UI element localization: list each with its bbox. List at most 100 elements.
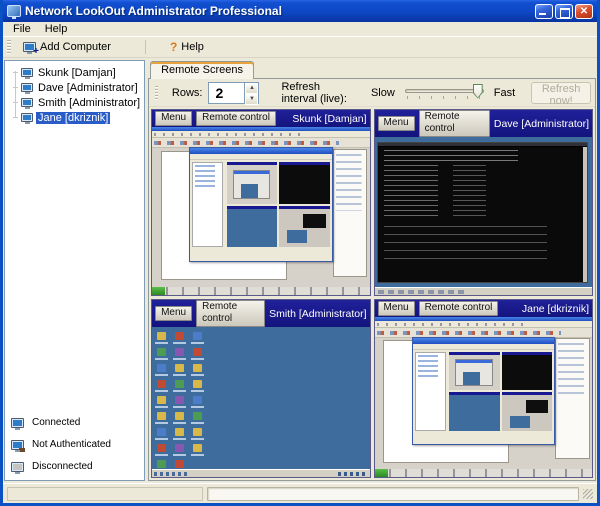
panel-computer-name: Skunk [Damjan] — [292, 113, 366, 125]
status-legend: Connected Not Authenticated Disconnected — [5, 413, 144, 480]
thumbnail-desktop — [375, 317, 592, 477]
tab-strip: Remote Screens — [148, 60, 596, 78]
panel-computer-name: Jane [dkriznik] — [522, 303, 589, 315]
app-icon — [7, 5, 21, 17]
refresh-interval-label: Refresh interval (live): — [281, 81, 356, 105]
title-bar: Network LookOut Administrator Profession… — [3, 0, 597, 22]
computer-tree: Skunk [Damjan] Dave [Administrator] Smit… — [5, 61, 144, 127]
panel-remote-control-button[interactable]: Remote control — [196, 111, 276, 126]
thumbnail-app-window — [412, 337, 556, 445]
toolbar: Add Computer ? Help — [3, 37, 597, 58]
rows-up-button[interactable]: ▲ — [245, 83, 258, 94]
remote-screen-thumbnail-skunk[interactable] — [152, 127, 369, 295]
computer-icon — [21, 113, 33, 122]
slow-label: Slow — [371, 87, 395, 99]
computer-icon — [21, 98, 33, 107]
status-bar-cell-left — [7, 487, 203, 501]
thumbnail-icon-desktop — [152, 327, 369, 477]
legend-label: Not Authenticated — [32, 439, 111, 450]
tab-remote-screens[interactable]: Remote Screens — [150, 61, 254, 79]
computer-list-panel: Skunk [Damjan] Dave [Administrator] Smit… — [4, 60, 145, 481]
slider-ticks — [407, 96, 482, 99]
remote-screen-thumbnail-smith[interactable] — [152, 327, 369, 477]
remote-panel-smith: Menu Remote control Smith [Administrator… — [151, 299, 370, 478]
thumbnail-taskbar — [152, 287, 369, 295]
desktop-icons — [157, 332, 211, 476]
tree-item-label: Jane [dkriznik] — [36, 112, 110, 124]
remote-panel-jane: Menu Remote control Jane [dkriznik] — [374, 299, 593, 478]
close-button[interactable]: ✕ — [575, 4, 593, 19]
refresh-interval-slider[interactable] — [405, 84, 484, 102]
rows-spinner[interactable]: 2 ▲ ▼ — [208, 82, 259, 104]
controls-bar: Rows: 2 ▲ ▼ Refresh interval (live): Slo… — [149, 79, 595, 107]
menu-help[interactable]: Help — [39, 23, 74, 35]
remote-screens-grid: Menu Remote control Skunk [Damjan] — [149, 107, 595, 480]
thumbnail-taskbar — [375, 469, 592, 477]
remote-screen-thumbnail-jane[interactable] — [375, 317, 592, 477]
panel-remote-control-button[interactable]: Remote control — [196, 300, 265, 327]
tree-item-smith[interactable]: Smith [Administrator] — [9, 95, 142, 110]
legend-connected: Connected — [11, 417, 140, 428]
computer-icon — [21, 68, 33, 77]
panel-header: Menu Remote control Smith [Administrator… — [152, 300, 369, 327]
legend-disconnected: Disconnected — [11, 461, 140, 472]
slider-track[interactable] — [405, 89, 484, 93]
remote-screens-page: Rows: 2 ▲ ▼ Refresh interval (live): Slo… — [148, 78, 596, 481]
add-computer-button[interactable]: Add Computer — [17, 40, 117, 54]
minimize-button[interactable] — [535, 4, 553, 19]
menu-file[interactable]: File — [7, 23, 37, 35]
connected-icon — [11, 418, 24, 428]
panel-menu-button[interactable]: Menu — [155, 111, 192, 126]
help-icon: ? — [170, 40, 177, 54]
refresh-now-button[interactable]: Refresh now! — [531, 82, 591, 104]
legend-not-authenticated: Not Authenticated — [11, 439, 140, 450]
maximize-button[interactable] — [555, 4, 573, 19]
not-authenticated-icon — [11, 440, 24, 450]
controls-grip[interactable] — [155, 86, 158, 100]
disconnected-icon — [11, 462, 24, 472]
panel-menu-button[interactable]: Menu — [155, 306, 192, 321]
thumbnail-taskbar — [375, 287, 592, 295]
menu-bar: File Help — [3, 22, 597, 37]
panel-header: Menu Remote control Skunk [Damjan] — [152, 110, 369, 127]
tree-item-label: Smith [Administrator] — [36, 97, 142, 109]
app-window: Network LookOut Administrator Profession… — [0, 0, 600, 506]
legend-label: Disconnected — [32, 461, 93, 472]
window-title: Network LookOut Administrator Profession… — [25, 4, 282, 18]
computer-icon — [21, 83, 33, 92]
thumbnail-terminal-window — [377, 142, 588, 283]
resize-grip[interactable] — [583, 489, 593, 499]
status-bar-cell-main — [207, 487, 579, 501]
add-computer-icon — [23, 42, 36, 52]
remote-screen-thumbnail-dave[interactable] — [375, 137, 592, 295]
help-label: Help — [181, 41, 204, 53]
rows-label: Rows: — [172, 87, 203, 99]
remote-panel-dave: Menu Remote control Dave [Administrator] — [374, 109, 593, 296]
help-button[interactable]: ? Help — [164, 39, 210, 55]
panel-header: Menu Remote control Jane [dkriznik] — [375, 300, 592, 317]
legend-label: Connected — [32, 417, 80, 428]
thumbnail-app-window — [189, 147, 333, 262]
remote-panel-skunk: Menu Remote control Skunk [Damjan] — [151, 109, 370, 296]
panel-remote-control-button[interactable]: Remote control — [419, 301, 499, 316]
panel-computer-name: Dave [Administrator] — [494, 118, 589, 130]
tree-item-label: Skunk [Damjan] — [36, 67, 118, 79]
thumbnail-desktop — [152, 127, 369, 295]
thumbnail-taskbar — [152, 469, 369, 477]
tree-item-label: Dave [Administrator] — [36, 82, 140, 94]
panel-remote-control-button[interactable]: Remote control — [419, 110, 490, 137]
fast-label: Fast — [494, 87, 515, 99]
rows-down-button[interactable]: ▼ — [245, 94, 258, 105]
panel-menu-button[interactable]: Menu — [378, 116, 415, 131]
thumbnail-terminal — [375, 137, 592, 295]
add-computer-label: Add Computer — [40, 41, 111, 53]
status-bar — [3, 483, 597, 503]
tree-item-skunk[interactable]: Skunk [Damjan] — [9, 65, 142, 80]
toolbar-grip[interactable] — [7, 40, 11, 54]
panel-menu-button[interactable]: Menu — [378, 301, 415, 316]
rows-value[interactable]: 2 — [208, 82, 244, 104]
tree-item-dave[interactable]: Dave [Administrator] — [9, 80, 142, 95]
panel-computer-name: Smith [Administrator] — [269, 308, 366, 320]
panel-header: Menu Remote control Dave [Administrator] — [375, 110, 592, 137]
tree-item-jane[interactable]: Jane [dkriznik] — [9, 110, 142, 125]
